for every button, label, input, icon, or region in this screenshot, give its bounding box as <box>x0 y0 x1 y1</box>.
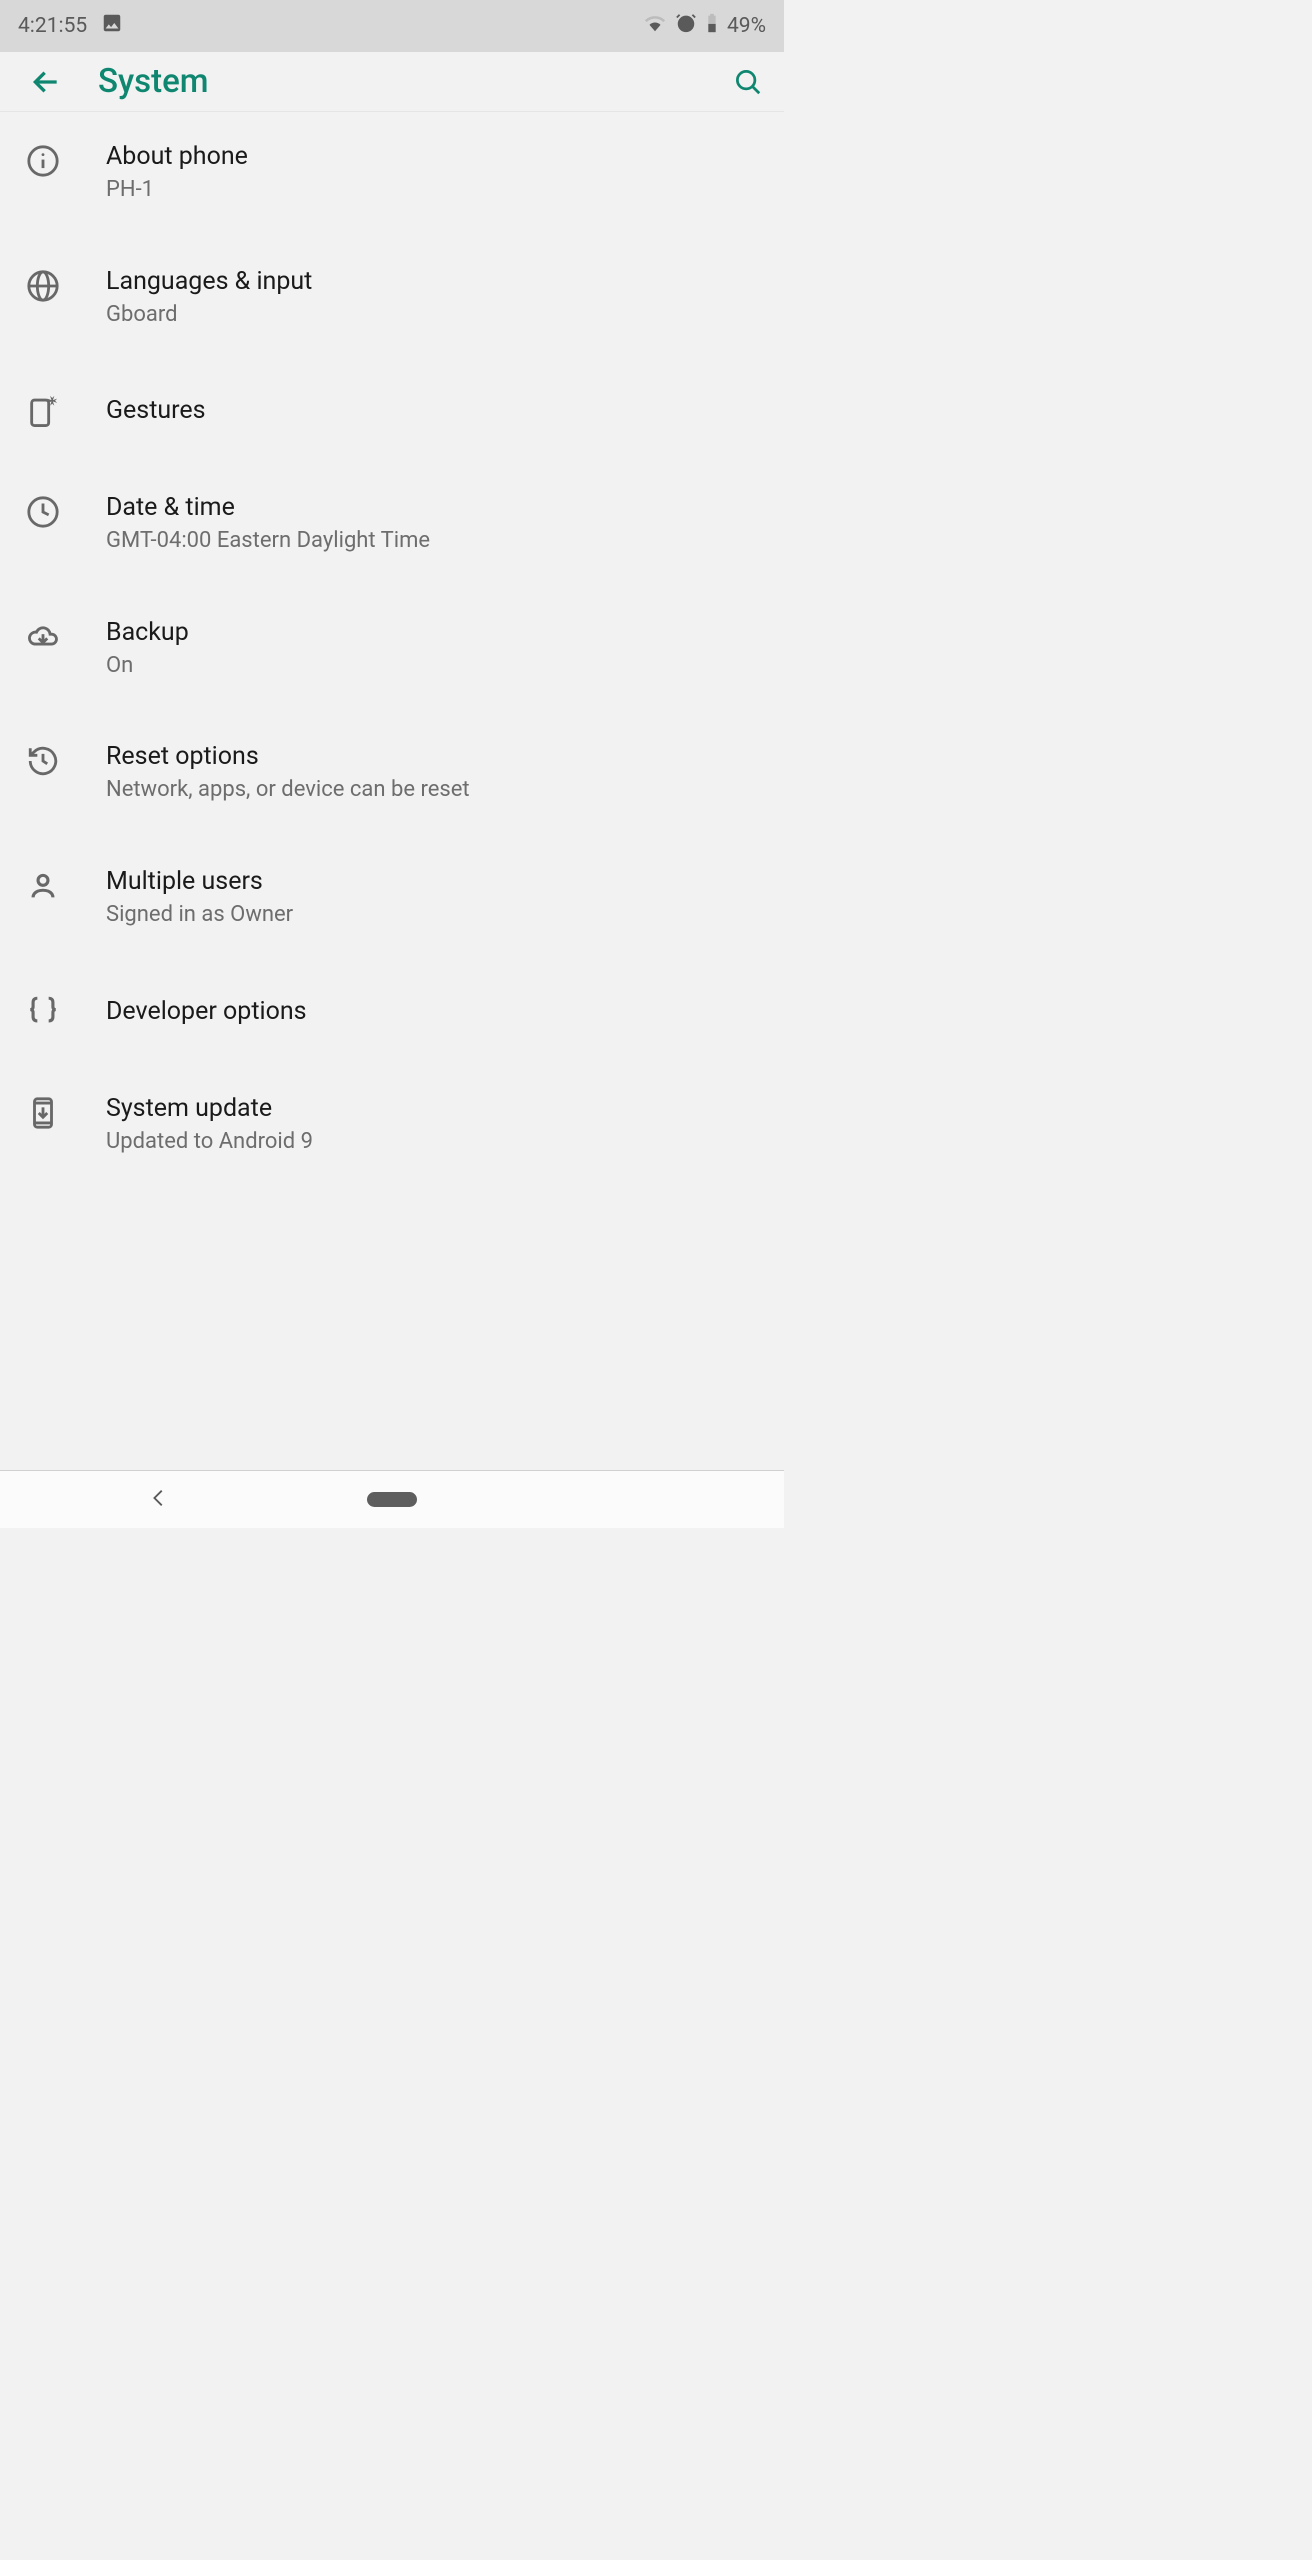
list-item-developer-options[interactable]: Developer options <box>0 970 784 1054</box>
item-title: Reset options <box>106 742 470 772</box>
clock-icon <box>22 491 64 533</box>
item-title: Gestures <box>106 396 206 426</box>
cloud-download-icon <box>22 616 64 658</box>
item-title: System update <box>106 1094 313 1124</box>
item-subtitle: Updated to Android 9 <box>106 1128 313 1157</box>
list-item-about-phone[interactable]: About phone PH-1 <box>0 120 784 227</box>
arrow-back-icon <box>30 66 62 98</box>
item-title: About phone <box>106 142 248 172</box>
status-time: 4:21:55 <box>18 14 87 38</box>
app-bar: System <box>0 52 784 112</box>
system-update-icon <box>22 1092 64 1134</box>
item-title: Multiple users <box>106 867 293 897</box>
status-bar: 4:21:55 49% <box>0 0 784 52</box>
battery-text: 49% <box>727 14 766 38</box>
user-icon <box>22 865 64 907</box>
search-button[interactable] <box>724 58 772 106</box>
item-title: Developer options <box>106 997 307 1027</box>
page-title: System <box>98 62 724 101</box>
list-item-reset-options[interactable]: Reset options Network, apps, or device c… <box>0 720 784 827</box>
nav-home-pill[interactable] <box>367 1492 417 1507</box>
restore-icon <box>22 740 64 782</box>
wifi-icon <box>644 12 666 40</box>
list-item-date-time[interactable]: Date & time GMT-04:00 Eastern Daylight T… <box>0 471 784 578</box>
list-item-backup[interactable]: Backup On <box>0 596 784 703</box>
back-button[interactable] <box>22 58 70 106</box>
gesture-icon <box>22 389 64 431</box>
list-item-gestures[interactable]: Gestures <box>0 369 784 453</box>
item-subtitle: PH-1 <box>106 176 248 205</box>
info-icon <box>22 140 64 182</box>
item-subtitle: Network, apps, or device can be reset <box>106 776 470 805</box>
list-item-system-update[interactable]: System update Updated to Android 9 <box>0 1072 784 1179</box>
status-right: 49% <box>644 12 766 40</box>
status-left: 4:21:55 <box>18 12 123 40</box>
nav-back-button[interactable] <box>148 1487 170 1513</box>
search-icon <box>733 67 763 97</box>
item-subtitle: GMT-04:00 Eastern Daylight Time <box>106 527 430 556</box>
list-item-multiple-users[interactable]: Multiple users Signed in as Owner <box>0 845 784 952</box>
globe-icon <box>22 265 64 307</box>
content: About phone PH-1 Languages & input Gboar… <box>0 112 784 1178</box>
item-subtitle: On <box>106 652 189 681</box>
alarm-icon <box>675 12 697 40</box>
item-subtitle: Gboard <box>106 301 312 330</box>
list-item-languages-input[interactable]: Languages & input Gboard <box>0 245 784 352</box>
item-subtitle: Signed in as Owner <box>106 901 293 930</box>
item-title: Languages & input <box>106 267 312 297</box>
braces-icon <box>22 990 64 1032</box>
item-title: Backup <box>106 618 189 648</box>
image-icon <box>101 12 123 40</box>
battery-icon <box>706 12 718 40</box>
navigation-bar <box>0 1470 784 1528</box>
chevron-left-icon <box>148 1487 170 1509</box>
item-title: Date & time <box>106 493 430 523</box>
